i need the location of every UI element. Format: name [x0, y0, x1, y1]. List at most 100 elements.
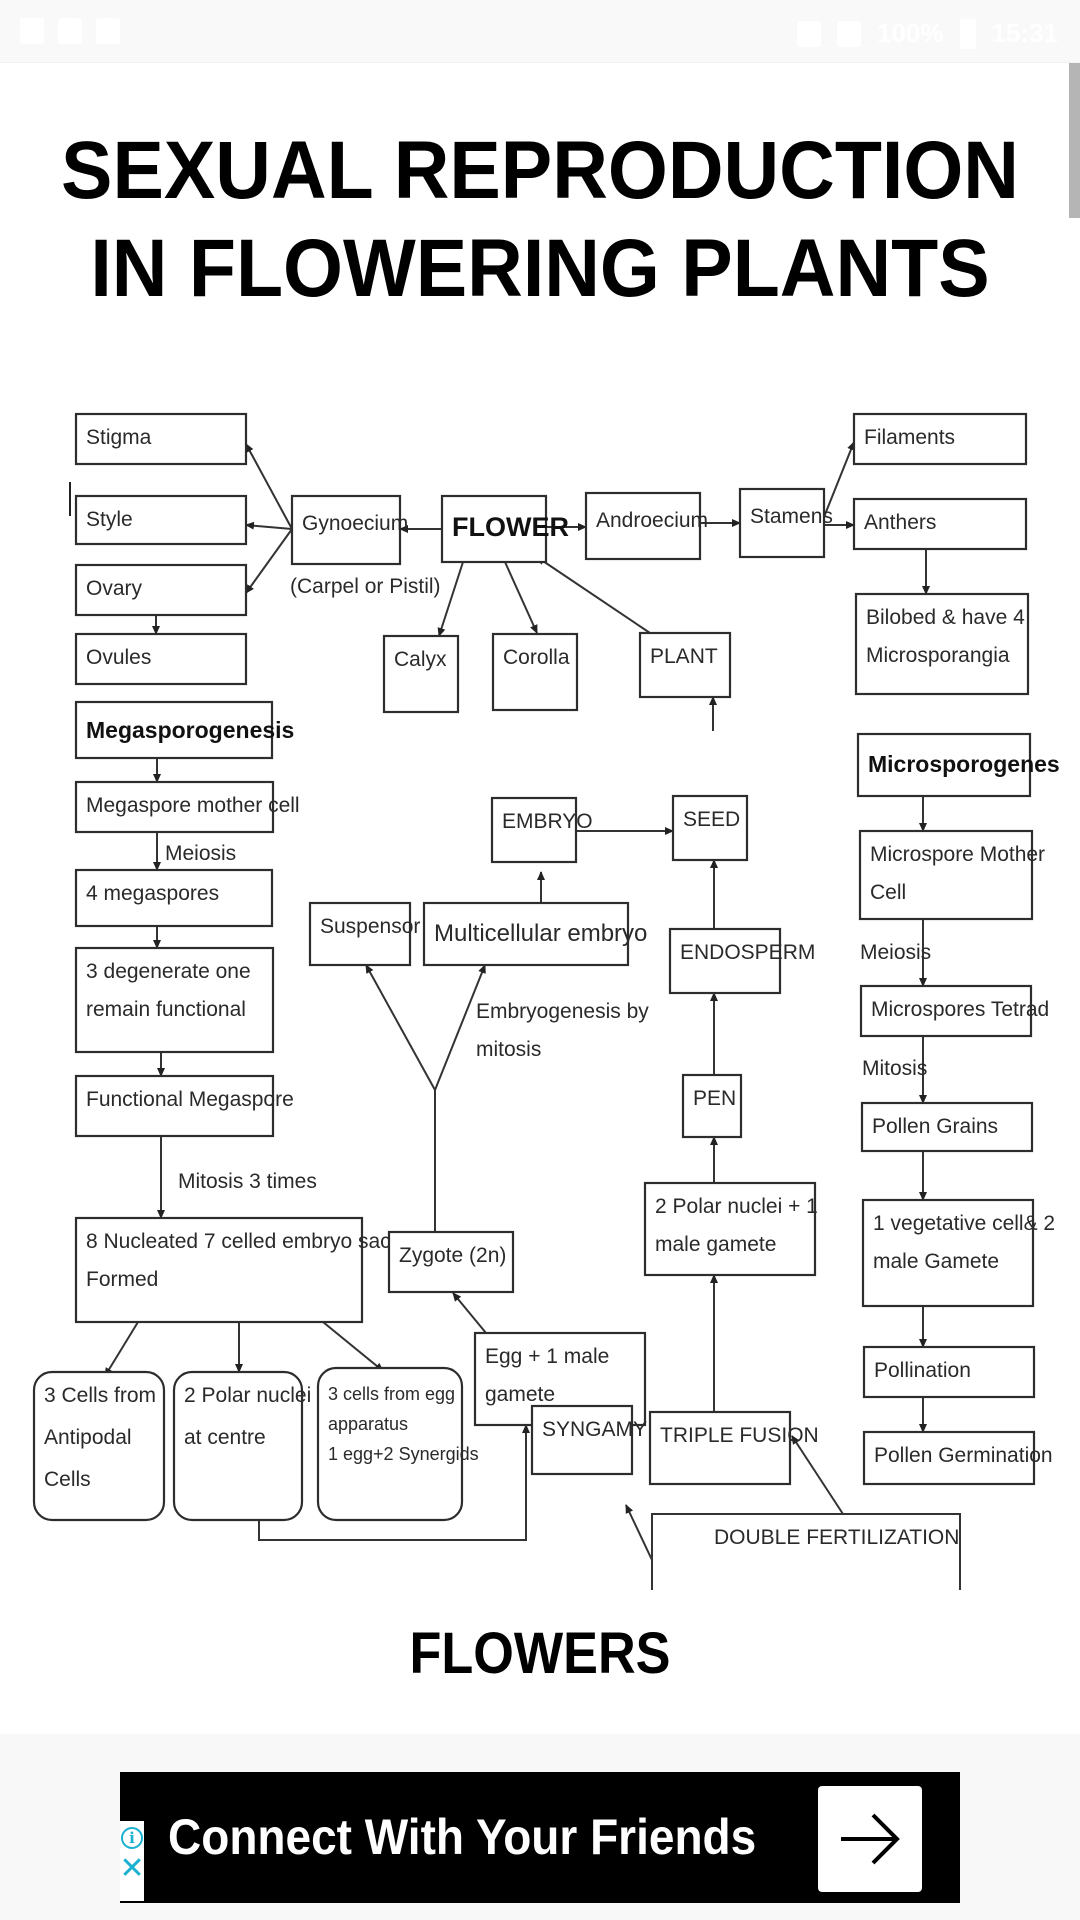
node-zygote: Zygote (2n): [387, 1230, 515, 1294]
node-label: 1 egg+2 Synergids: [328, 1444, 479, 1464]
node-label: Bilobed & have 4: [866, 606, 1025, 629]
node-label: Formed: [86, 1268, 158, 1291]
node-label: male gamete: [655, 1233, 776, 1256]
node-calyx: Calyx: [382, 634, 460, 714]
annotation-embryogenesis-1: Embryogenesis by: [476, 1000, 649, 1023]
node-microspores-tetrad: Microspores Tetrad: [859, 984, 1049, 1038]
node-label: Ovary: [86, 577, 143, 600]
node-label: 1 vegetative cell& 2: [873, 1212, 1055, 1235]
node-label: Calyx: [394, 648, 447, 671]
network-icon: [797, 20, 821, 47]
node-label: Functional Megaspore: [86, 1088, 294, 1111]
node-label: DOUBLE FERTILIZATION: [714, 1526, 959, 1549]
node-double-fertilization: DOUBLE FERTILIZATION: [651, 1513, 961, 1590]
node-antipodal: 3 Cells from Antipodal Cells: [32, 1370, 166, 1522]
node-label: 8 Nucleated 7 celled embryo sac: [86, 1230, 391, 1253]
scrollbar[interactable]: [1069, 63, 1080, 218]
section-title: FLOWERS: [409, 1621, 671, 1686]
annotation-embryogenesis-2: mitosis: [476, 1038, 541, 1061]
notification-icon: [58, 18, 82, 44]
node-label: Androecium: [596, 509, 708, 532]
node-polar-centre: 2 Polar nuclei at centre: [172, 1370, 311, 1522]
node-syngamy: SYNGAMY: [530, 1404, 647, 1476]
ad-headline[interactable]: Connect With Your Friends: [168, 1802, 756, 1872]
node-label: Stamens: [750, 505, 833, 528]
battery-percent: 100%: [877, 18, 944, 48]
node-label: remain functional: [86, 998, 246, 1021]
node-label: Zygote (2n): [399, 1244, 506, 1267]
info-icon[interactable]: i: [121, 1827, 143, 1849]
node-flower: FLOWER: [440, 494, 569, 564]
arrow-double-fertilization-to-triple-fusion: [791, 1435, 844, 1515]
node-suspensor: Suspensor: [308, 901, 420, 967]
node-label: ENDOSPERM: [680, 941, 815, 964]
node-label: PLANT: [650, 645, 718, 668]
node-microsporogenes: Microsporogenes: [856, 732, 1060, 798]
node-label: Microspores Tetrad: [871, 998, 1049, 1021]
node-pollen-grains: Pollen Grains: [860, 1101, 1034, 1153]
node-label: Microspore Mother: [870, 843, 1045, 866]
arrow-zygote-to-suspensor: [365, 964, 436, 1091]
arrow-gynoecium-to-ovary: [245, 528, 293, 594]
node-label: Cells: [44, 1468, 91, 1491]
node-label: apparatus: [328, 1414, 408, 1434]
node-label: Megaspore mother cell: [86, 794, 300, 817]
arrow-egg-male-to-zygote: [452, 1292, 487, 1334]
node-label: Stigma: [86, 426, 152, 449]
close-icon[interactable]: ✕: [119, 1853, 144, 1885]
node-label: Cell: [870, 881, 906, 904]
node-label: Megasporogenesis: [86, 717, 294, 743]
node-label: male Gamete: [873, 1250, 999, 1273]
node-pollen-germination: Pollen Germination: [862, 1430, 1053, 1486]
notification-icon: [20, 18, 44, 44]
clock: 15:31: [991, 18, 1059, 48]
node-label: Anthers: [864, 511, 936, 534]
battery-icon: [959, 18, 976, 49]
annotation-meiosis-right: Meiosis: [860, 941, 931, 964]
node-megaspore-mother-cell: Megaspore mother cell: [74, 780, 300, 834]
page-title-line-1: SEXUAL REPRODUCTION: [61, 125, 1019, 216]
node-label: Pollen Grains: [872, 1115, 998, 1138]
arrow-zygote-to-multicellular-embryo: [434, 964, 486, 1091]
ad-banner[interactable]: i ✕ Connect With Your Friends: [119, 1772, 960, 1903]
node-label: 3 Cells from: [44, 1384, 156, 1407]
node-pollination: Pollination: [862, 1345, 1036, 1399]
node-label: Corolla: [503, 646, 570, 669]
node-anthers: Anthers: [852, 497, 1028, 551]
node-embryo-sac: 8 Nucleated 7 celled embryo sac Formed: [74, 1216, 391, 1324]
signal-icon: [837, 20, 861, 47]
node-ovary: Ovary: [74, 563, 248, 617]
node-polar-male: 2 Polar nuclei + 1 male gamete: [643, 1181, 818, 1277]
notification-icon: [96, 18, 120, 44]
arrow-gynoecium-to-style: [245, 521, 293, 530]
annotation-carpel: (Carpel or Pistil): [290, 575, 441, 598]
annotation-meiosis-left: Meiosis: [165, 842, 236, 865]
arrow-embryo-sac-to-antipodal: [104, 1321, 139, 1377]
node-label: 4 megaspores: [86, 882, 219, 905]
node-label: FLOWER: [452, 512, 569, 542]
node-microspore-mother-cell: Microspore Mother Cell: [858, 829, 1045, 921]
ad-choices[interactable]: i ✕: [119, 1821, 145, 1901]
status-bar: 100% 15:31: [0, 0, 1080, 63]
node-stigma: Stigma: [74, 412, 248, 466]
node-label: PEN: [693, 1087, 736, 1110]
node-label: Gynoecium: [302, 512, 408, 535]
node-stamens: Stamens: [738, 487, 833, 559]
node-ovules: Ovules: [74, 632, 248, 686]
node-style: Style: [74, 494, 248, 546]
node-label: Pollen Germination: [874, 1444, 1053, 1467]
node-label: TRIPLE FUSION: [660, 1424, 819, 1447]
page-title-line-2: IN FLOWERING PLANTS: [90, 223, 990, 314]
node-three-degenerate: 3 degenerate one remain functional: [74, 946, 275, 1054]
node-label: 2 Polar nuclei: [184, 1384, 311, 1407]
node-label: Ovules: [86, 646, 151, 669]
node-pen: PEN: [681, 1073, 743, 1139]
node-label: Pollination: [874, 1359, 971, 1382]
node-label: 2 Polar nuclei + 1: [655, 1195, 818, 1218]
node-megasporogenesis: Megasporogenesis: [74, 700, 294, 760]
node-egg-apparatus: 3 cells from egg apparatus 1 egg+2 Synergi…: [316, 1366, 479, 1522]
ad-cta-button[interactable]: [818, 1786, 922, 1892]
node-label: Style: [86, 508, 133, 531]
node-functional-megaspore: Functional Megaspore: [74, 1074, 294, 1138]
annotation-mitosis-3-times: Mitosis 3 times: [178, 1170, 317, 1193]
